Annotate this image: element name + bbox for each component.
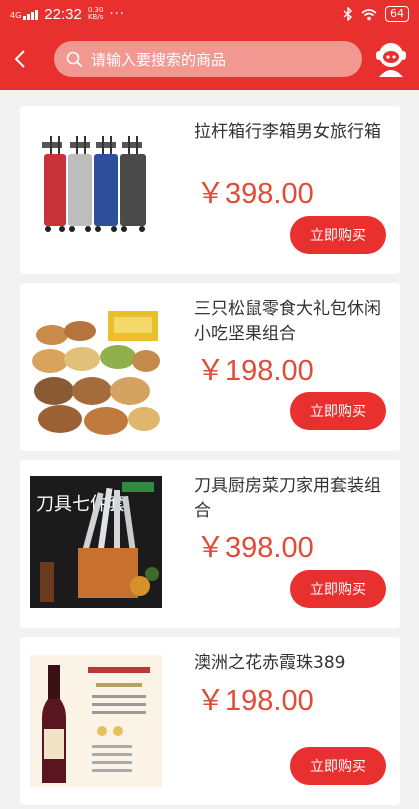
product-price: ￥398.00 xyxy=(196,178,314,210)
product-title: 刀具厨房菜刀家用套装组合 xyxy=(194,476,381,521)
product-title: 三只松鼠零食大礼包休闲小吃坚果组合 xyxy=(194,299,381,344)
more-notifications-icon: ··· xyxy=(109,6,125,22)
search-icon xyxy=(66,51,83,67)
clock: 22:32 xyxy=(44,5,82,23)
product-title: 拉杆箱行李箱男女旅行箱 xyxy=(194,122,381,142)
network-speed: 0.30 KB/s xyxy=(87,6,104,21)
product-title: 澳洲之花赤霞珠389 xyxy=(194,653,346,673)
user-icon[interactable] xyxy=(373,41,409,77)
search-placeholder: 请输入要搜索的商品 xyxy=(91,50,227,69)
product-card[interactable]: 三只松鼠零食大礼包休闲小吃坚果组合 ￥198.00 立即购买 xyxy=(20,283,400,451)
product-price: ￥198.00 xyxy=(196,685,314,717)
signal-icon: 4G xyxy=(10,8,39,20)
battery-indicator: 64 xyxy=(385,6,409,22)
status-bar: 4G 22:32 0.30 KB/s ··· 64 xyxy=(0,0,419,28)
buy-now-button[interactable]: 立即购买 xyxy=(290,747,386,785)
network-type: 4G xyxy=(10,11,22,20)
product-image-snacks xyxy=(30,305,162,437)
chevron-left-icon xyxy=(14,50,25,68)
product-card[interactable]: 刀具七件套 刀具厨房菜刀家用套装组合 ￥398.00 立即购买 xyxy=(20,460,400,628)
product-image-luggage xyxy=(30,124,162,256)
wifi-icon xyxy=(361,8,377,20)
search-input[interactable]: 请输入要搜索的商品 xyxy=(54,41,362,77)
back-button[interactable] xyxy=(0,28,40,90)
bluetooth-icon xyxy=(343,7,353,21)
product-price: ￥198.00 xyxy=(196,355,314,387)
buy-now-button[interactable]: 立即购买 xyxy=(290,570,386,608)
product-image-wine xyxy=(30,655,162,787)
product-image-knife-set: 刀具七件套 xyxy=(30,476,162,608)
buy-now-button[interactable]: 立即购买 xyxy=(290,392,386,430)
buy-now-button[interactable]: 立即购买 xyxy=(290,216,386,254)
product-price: ￥398.00 xyxy=(196,532,314,564)
product-card[interactable]: 澳洲之花赤霞珠389 ￥198.00 立即购买 xyxy=(20,637,400,805)
product-card[interactable]: 拉杆箱行李箱男女旅行箱 ￥398.00 立即购买 xyxy=(20,106,400,274)
top-nav: 请输入要搜索的商品 xyxy=(0,28,419,90)
knife-box-text: 刀具七件套 xyxy=(36,494,126,515)
